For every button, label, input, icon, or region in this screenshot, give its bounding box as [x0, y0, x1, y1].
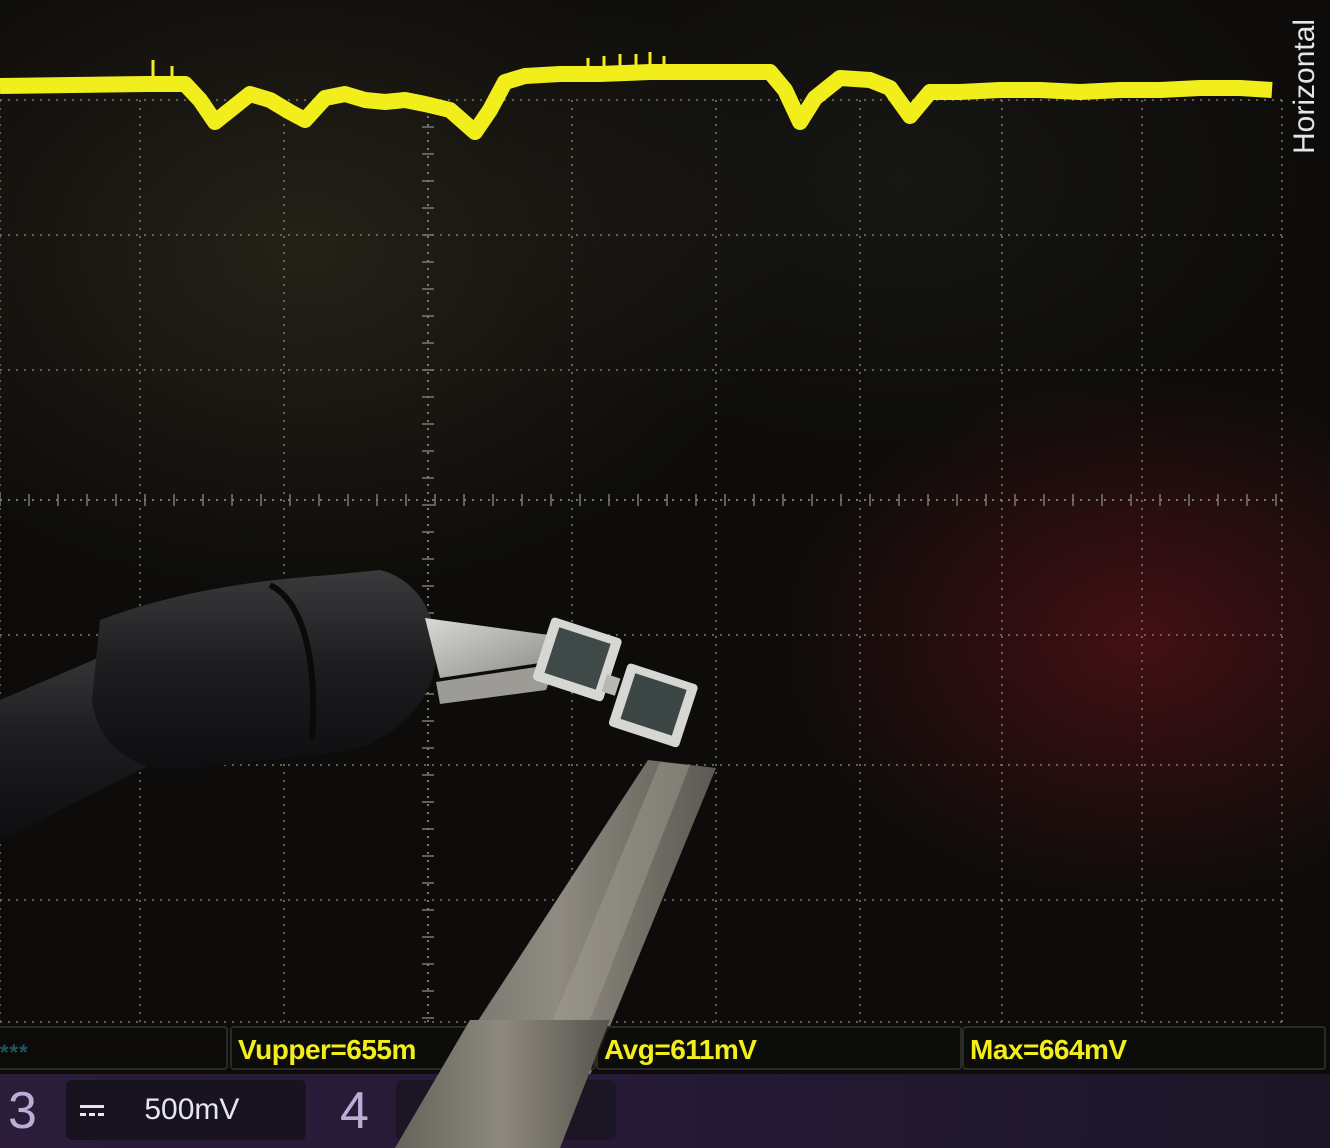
oscilloscope-screen: Horizontal Vupper=655m Avg=611mV Max=664… — [0, 0, 1330, 1148]
measurement-max: Max=664mV — [962, 1026, 1326, 1070]
channel-4-scale: V — [555, 1093, 576, 1126]
measurement-slot-1 — [0, 1026, 228, 1070]
probe-photo-overlay — [0, 570, 716, 1148]
channel-3-number[interactable]: 3 — [8, 1080, 37, 1142]
channel-4-number[interactable]: 4 — [340, 1080, 369, 1142]
smd-diode-2 — [608, 663, 698, 748]
measurement-avg: Avg=611mV — [596, 1026, 962, 1070]
channel-4-scale-button[interactable]: V — [396, 1080, 616, 1140]
dc-coupling-icon — [80, 1101, 106, 1121]
black-probe-boot — [92, 570, 437, 771]
channel-3-scale: 500mV — [144, 1093, 240, 1126]
measurement-vupper: Vupper=655m — [230, 1026, 596, 1070]
channel-3-scale-button[interactable]: 500mV — [66, 1080, 306, 1140]
